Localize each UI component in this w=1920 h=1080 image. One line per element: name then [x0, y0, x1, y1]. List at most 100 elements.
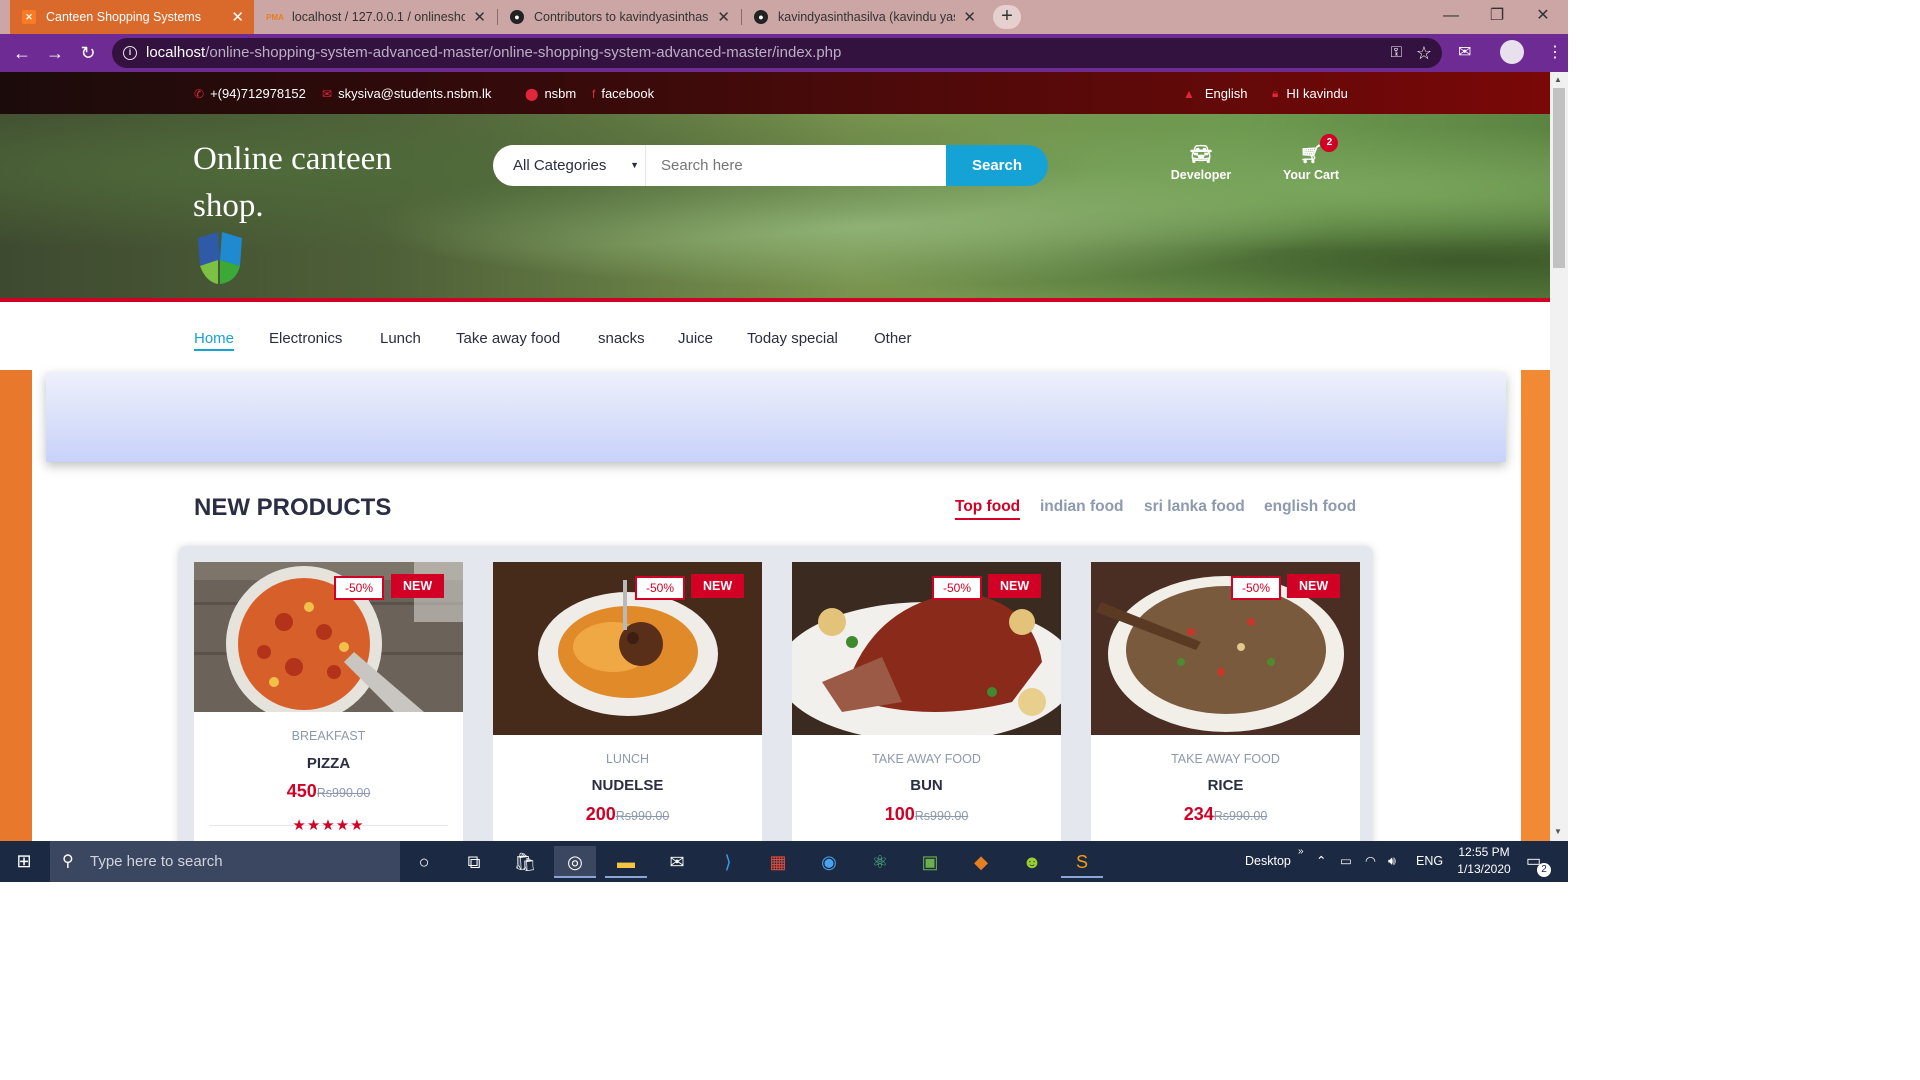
new-tab-button[interactable]: + — [993, 5, 1021, 29]
contact-phone[interactable]: ✆ +(94)712978152 — [194, 86, 306, 101]
forward-arrow-icon[interactable]: → — [42, 41, 68, 65]
maximize-icon[interactable]: ❐ — [1474, 0, 1520, 34]
tab-github-profile[interactable]: ● kavindyasinthasilva (kavindu yasintha)… — [742, 0, 986, 34]
contact-email[interactable]: ✉ skysiva@students.nsbm.lk — [322, 86, 491, 101]
nav-item-other[interactable]: Other — [874, 330, 912, 347]
product-price: 234Rs990.00 — [1091, 804, 1360, 825]
search-button[interactable]: Search — [946, 145, 1048, 186]
price-current: 100 — [884, 804, 915, 824]
product-name[interactable]: BUN — [792, 777, 1061, 794]
developer-link[interactable]: 🚘︎ Developer — [1169, 144, 1233, 182]
facebook-link[interactable]: f facebook — [592, 86, 654, 101]
profile-avatar-icon[interactable] — [1500, 40, 1524, 64]
nav-item-home[interactable]: Home — [194, 330, 235, 351]
system-clock[interactable]: 12:55 PM 1/13/2020 — [1448, 844, 1520, 878]
office-icon[interactable]: ▦ — [757, 846, 799, 878]
scroll-up-icon[interactable]: ▲ — [1554, 75, 1562, 84]
site-logo-icon[interactable] — [196, 230, 244, 286]
close-icon[interactable]: ✕ — [717, 8, 730, 26]
mail-icon[interactable]: ✉ — [656, 846, 698, 878]
nav-item-snacks[interactable]: snacks — [598, 330, 645, 347]
map-marker-icon: ⬤ — [525, 86, 539, 101]
taskbar-search-box[interactable]: ⚲ Type here to search — [50, 841, 400, 882]
close-icon[interactable]: ✕ — [231, 8, 244, 26]
tab-indian-food[interactable]: indian food — [1040, 498, 1124, 516]
scrollbar-thumb[interactable] — [1553, 88, 1565, 268]
car-icon: 🚘︎ — [1189, 144, 1213, 164]
android-studio-icon[interactable]: ☻ — [1011, 846, 1053, 878]
minimize-icon[interactable]: — — [1428, 0, 1474, 34]
tab-sri-lanka-food[interactable]: sri lanka food — [1144, 498, 1245, 516]
product-name[interactable]: NUDELSE — [493, 777, 762, 794]
mail-extension-icon[interactable]: ✉ — [1458, 42, 1471, 62]
tab-canteen-shopping[interactable]: ✕ Canteen Shopping Systems ✕ — [10, 0, 254, 34]
battery-icon[interactable]: ▭ — [1340, 841, 1352, 882]
product-name[interactable]: RICE — [1091, 777, 1360, 794]
wifi-icon[interactable]: ◠ — [1365, 841, 1376, 882]
tab-github-contributors[interactable]: ● Contributors to kavindyasinthasilva ✕ — [498, 0, 740, 34]
product-card[interactable]: -50% NEW LUNCH NUDELSE 200Rs990.00 — [493, 562, 762, 841]
tab-english-food[interactable]: english food — [1264, 498, 1356, 516]
product-card[interactable]: -50% NEW TAKE AWAY FOOD RICE 234Rs990.00 — [1091, 562, 1360, 841]
page-scrollbar[interactable]: ▲ ▼ — [1550, 72, 1568, 841]
info-icon[interactable]: i — [123, 46, 137, 60]
desktop-toolbar-label[interactable]: Desktop — [1245, 841, 1291, 882]
nav-item-electronics[interactable]: Electronics — [269, 330, 342, 347]
language-selector[interactable]: ▲ English — [1183, 86, 1248, 101]
close-icon[interactable]: ✕ — [473, 8, 486, 26]
git-icon[interactable]: ◆ — [960, 846, 1002, 878]
product-card[interactable]: -50% NEW TAKE AWAY FOOD BUN 100Rs990.00 — [792, 562, 1061, 841]
tab-top-food[interactable]: Top food — [955, 498, 1021, 520]
tray-chevron-up-icon[interactable]: ⌃ — [1316, 841, 1326, 882]
phone-icon: ✆ — [194, 86, 205, 101]
vscode-icon[interactable]: ⟩ — [707, 846, 749, 878]
main-header: Online canteen shop. All Categories ▼ Se… — [0, 114, 1550, 302]
back-arrow-icon[interactable]: ← — [9, 41, 35, 65]
file-explorer-icon[interactable]: ▬ — [605, 846, 647, 878]
task-view-icon[interactable]: ⧉ — [453, 846, 495, 878]
input-language[interactable]: ENG — [1416, 841, 1443, 882]
scroll-down-icon[interactable]: ▼ — [1554, 827, 1562, 836]
firefox-icon[interactable]: ◉ — [808, 846, 850, 878]
price-current: 200 — [585, 804, 616, 824]
product-name[interactable]: PIZZA — [194, 755, 463, 772]
product-category: TAKE AWAY FOOD — [1171, 752, 1280, 766]
category-select[interactable]: All Categories ▼ — [493, 145, 646, 186]
atom-icon[interactable]: ⚛ — [859, 846, 901, 878]
cart-link[interactable]: 🛒︎ 2 Your Cart — [1282, 134, 1340, 182]
notification-center-icon[interactable]: ▭ — [1526, 841, 1541, 882]
nav-item-take-away-food[interactable]: Take away food — [456, 330, 560, 347]
bookmark-star-icon[interactable]: ☆ — [1416, 38, 1432, 68]
toolbar-expand-icon[interactable]: » — [1298, 831, 1304, 872]
sublime-text-icon[interactable]: S — [1061, 846, 1103, 878]
windows-start-icon[interactable]: ⊞ — [0, 841, 48, 882]
chrome-icon[interactable]: ◎ — [554, 846, 596, 878]
cortana-icon[interactable]: ○ — [403, 846, 445, 878]
developer-label: Developer — [1170, 168, 1232, 182]
nav-item-juice[interactable]: Juice — [678, 330, 713, 347]
nav-item-today-special[interactable]: Today special — [747, 330, 838, 347]
close-icon[interactable]: ✕ — [963, 8, 976, 26]
monitor-app-icon[interactable]: ▣ — [909, 846, 951, 878]
contact-location[interactable]: ⬤ nsbm — [525, 86, 576, 101]
location-text: nsbm — [544, 86, 577, 101]
sale-label: -50% — [1231, 576, 1282, 600]
tab-phpmyadmin[interactable]: PMA localhost / 127.0.0.1 / onlineshop ✕ — [256, 0, 496, 34]
search-input[interactable] — [646, 145, 946, 186]
address-bar[interactable]: i localhost/online-shopping-system-advan… — [112, 38, 1442, 68]
cart-label: Your Cart — [1282, 168, 1340, 182]
product-card[interactable]: -50% NEW BREAKFAST PIZZA 450Rs990.00 ★★★… — [194, 562, 463, 841]
key-icon[interactable]: ⚿ — [1391, 38, 1402, 68]
nav-item-lunch[interactable]: Lunch — [380, 330, 421, 347]
graduation-cap-icon: ▲ — [1183, 86, 1195, 101]
tab-title: Contributors to kavindyasinthasilva — [534, 10, 710, 24]
price-old: Rs990.00 — [914, 809, 969, 823]
site-logo-text[interactable]: Online canteen shop. — [193, 136, 443, 230]
volume-icon[interactable]: 🔊︎ — [1388, 841, 1396, 882]
notification-count: 2 — [1537, 863, 1551, 877]
menu-dots-icon[interactable]: ⋮ — [1547, 42, 1563, 62]
window-close-icon[interactable]: ✕ — [1520, 0, 1566, 34]
store-icon[interactable]: 🛍︎ — [504, 846, 546, 878]
reload-icon[interactable]: ↻ — [75, 41, 101, 65]
user-account-link[interactable]: 🔒︎ HI kavindu — [1272, 86, 1348, 101]
